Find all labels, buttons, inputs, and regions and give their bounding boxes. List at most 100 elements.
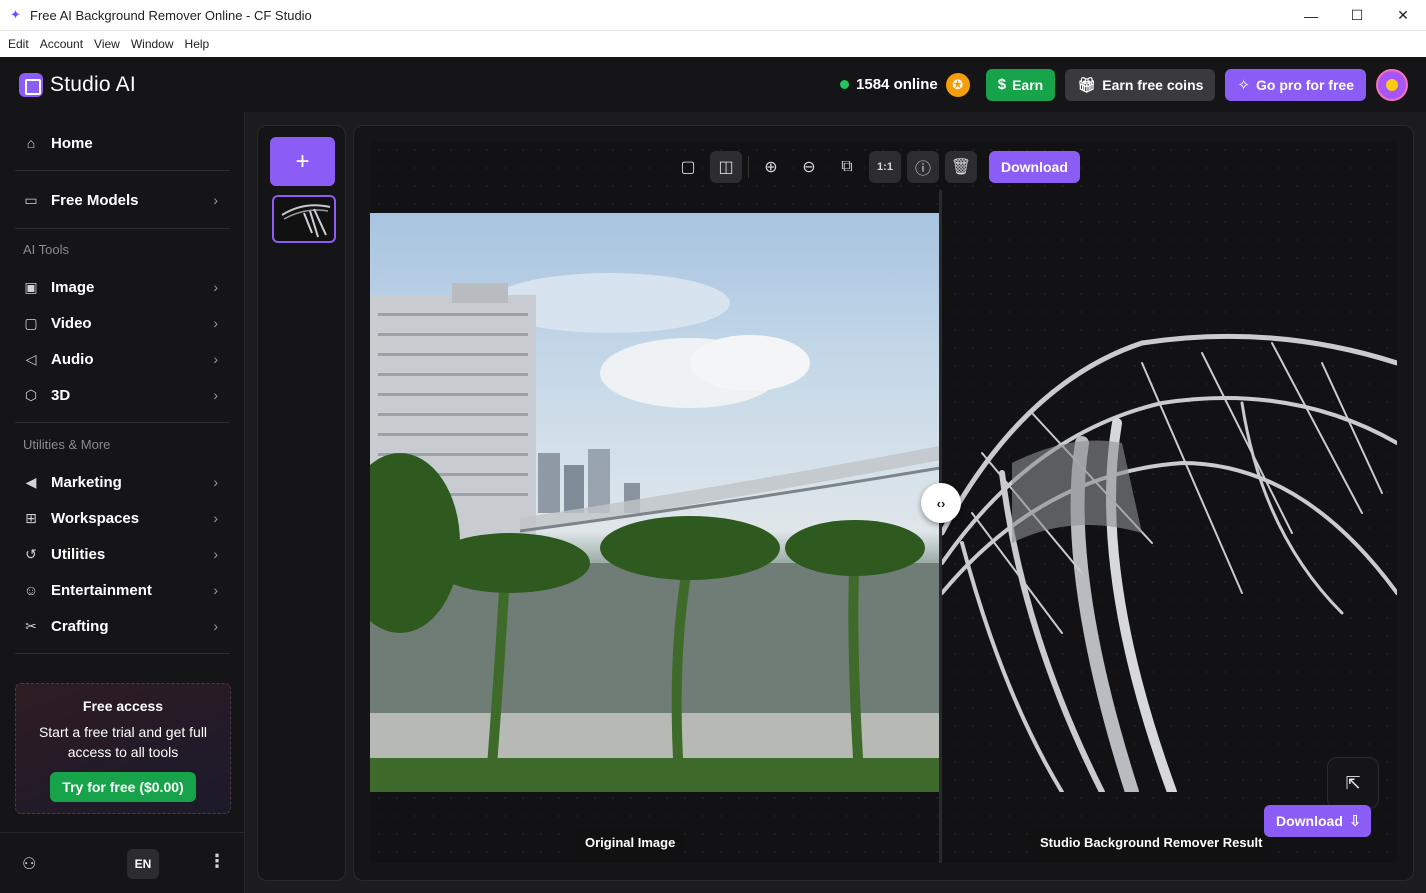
maximize-button[interactable]: ☐ [1334, 0, 1380, 31]
menu-bar: Edit Account View Window Help [0, 31, 1426, 57]
fit-screen-icon[interactable]: ⧉ [831, 151, 863, 183]
minimize-button[interactable]: — [1288, 0, 1334, 31]
grid-icon: ⊞ [25, 509, 37, 526]
user-avatar[interactable] [1376, 68, 1408, 101]
try-free-button[interactable]: Try for free ($0.00) [50, 772, 196, 802]
chevron-right-icon: › [213, 387, 218, 403]
menu-edit[interactable]: Edit [8, 37, 29, 51]
split-divider[interactable] [939, 190, 942, 863]
sparkles-icon: ✧ [1237, 76, 1250, 94]
online-dot-icon [840, 80, 850, 89]
sidebar-item-free-models[interactable]: ▭ Free Models › [15, 183, 230, 217]
original-image [370, 213, 940, 792]
sidebar-item-home[interactable]: ⌂ Home [15, 126, 230, 160]
thumbnail-panel: + [257, 125, 346, 881]
online-count: 1584 online [856, 76, 938, 93]
promo-text: Start a free trial and get full access t… [38, 724, 208, 760]
go-pro-label: Go pro for free [1255, 76, 1354, 93]
sidebar-item-audio[interactable]: ◁ Audio › [15, 342, 230, 376]
thumbnail-bridge-image [281, 204, 331, 238]
sidebar-item-3d[interactable]: ⬡ 3D › [15, 378, 230, 412]
header-actions: 1584 online ✪ $ Earn 🎁︎ Earn free coins … [840, 57, 1408, 112]
menu-window[interactable]: Window [131, 37, 174, 51]
result-caption: Studio Background Remover Result [1031, 829, 1272, 855]
users-icon[interactable]: ⚇ [22, 854, 36, 874]
coin-icon[interactable]: ✪ [945, 72, 970, 97]
sidebar-item-image[interactable]: ▣ Image › [15, 270, 230, 304]
chevron-right-icon: › [213, 582, 218, 598]
earn-free-coins-button[interactable]: 🎁︎ Earn free coins [1065, 68, 1216, 101]
sidebar-item-utilities[interactable]: ↺ Utilities › [15, 537, 230, 571]
more-vertical-icon[interactable]: ⋮ [208, 851, 226, 872]
sidebar-item-label: 3D [51, 386, 71, 404]
chevron-right-icon: › [213, 315, 218, 331]
menu-help[interactable]: Help [185, 37, 210, 51]
tv-icon: ▢ [24, 314, 38, 331]
megaphone-icon: ◀ [25, 473, 37, 490]
logo[interactable]: Studio AI [19, 72, 136, 97]
menu-view[interactable]: View [94, 37, 120, 51]
free-access-promo: Free access Start a free trial and get f… [15, 683, 231, 814]
earn-coins-label: Earn free coins [1102, 76, 1204, 93]
window-titlebar: ✦ Free AI Background Remover Online - CF… [0, 0, 1426, 31]
window-controls: — ☐ ✕ [1288, 0, 1426, 31]
add-image-button[interactable]: + [270, 137, 335, 186]
sidebar-item-label: Crafting [51, 617, 109, 635]
promo-title: Free access [82, 698, 164, 714]
download-button[interactable]: Download ⇩ [1264, 805, 1372, 837]
app-sparkle-icon: ✦ [10, 7, 21, 22]
toolbar-divider [748, 156, 749, 178]
share-icon[interactable]: ⇱ [1327, 757, 1379, 809]
split-handle-icon[interactable]: ‹› [921, 483, 961, 523]
result-image [942, 213, 1397, 792]
actual-size-icon[interactable]: 1:1 [869, 151, 901, 183]
chevron-right-icon: › [213, 279, 218, 295]
speaker-icon: ◁ [25, 350, 37, 367]
trash-icon[interactable]: 🗑︎ [945, 151, 977, 183]
image-thumbnail[interactable] [272, 195, 336, 243]
toolbar-download-button[interactable]: Download [989, 151, 1080, 183]
sidebar-item-label: Audio [51, 350, 94, 368]
sidebar-footer: ⚇ EN ⋮ [0, 832, 245, 893]
split-view-icon[interactable]: ◫ [710, 151, 742, 183]
logo-text: Studio AI [50, 72, 136, 96]
earn-button[interactable]: $ Earn [985, 68, 1056, 101]
menu-account[interactable]: Account [40, 37, 83, 51]
sidebar-item-label: Image [51, 278, 95, 296]
window-title: Free AI Background Remover Online - CF S… [30, 7, 312, 23]
sidebar-item-marketing[interactable]: ◀ Marketing › [15, 465, 230, 499]
dollar-icon: $ [997, 76, 1007, 93]
earn-label: Earn [1012, 76, 1044, 93]
go-pro-button[interactable]: ✧ Go pro for free [1225, 68, 1366, 101]
chevron-right-icon: › [213, 618, 218, 634]
divider [15, 422, 230, 423]
single-view-icon[interactable]: ▢ [672, 151, 704, 183]
language-selector[interactable]: EN [127, 849, 159, 879]
original-image-caption: Original Image [576, 829, 685, 855]
sidebar-item-label: Free Models [51, 191, 139, 209]
zoom-in-icon[interactable]: ⊕ [755, 151, 787, 183]
chevron-right-icon: › [213, 474, 218, 490]
chevron-right-icon: › [213, 546, 218, 562]
online-indicator: 1584 online [840, 76, 938, 93]
sidebar-item-entertainment[interactable]: ☺ Entertainment › [15, 573, 230, 607]
close-button[interactable]: ✕ [1380, 0, 1426, 31]
logo-icon [19, 72, 43, 97]
section-label-utilities: Utilities & More [23, 437, 111, 452]
image-icon: ▣ [24, 278, 38, 295]
cube-icon: ⬡ [24, 386, 38, 403]
sidebar-item-label: Entertainment [51, 581, 152, 599]
info-icon[interactable]: ⓘ [907, 151, 939, 183]
original-photo [370, 273, 940, 792]
download-label: Download [1276, 813, 1343, 829]
divider [15, 170, 230, 171]
sidebar-item-video[interactable]: ▢ Video › [15, 306, 230, 340]
cloud-download-icon: ⇩ [1348, 813, 1362, 830]
zoom-out-icon[interactable]: ⊖ [793, 151, 825, 183]
sidebar-item-workspaces[interactable]: ⊞ Workspaces › [15, 501, 230, 535]
scissors-icon: ✂ [25, 617, 37, 634]
history-icon: ↺ [25, 545, 37, 562]
sidebar-item-crafting[interactable]: ✂ Crafting › [15, 609, 230, 643]
section-label-ai-tools: AI Tools [23, 242, 70, 257]
divider [15, 228, 230, 229]
